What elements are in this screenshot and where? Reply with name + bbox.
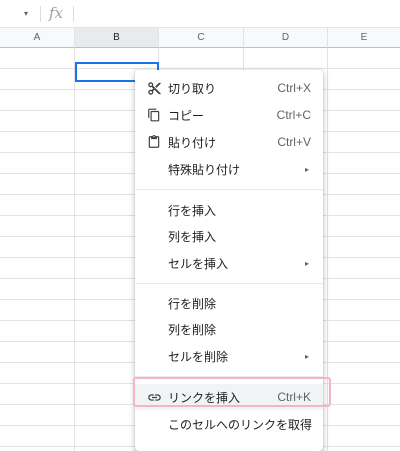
menu-item-insert-column[interactable]: 列を挿入 xyxy=(135,223,323,249)
menu-item-shortcut: Ctrl+C xyxy=(276,108,311,122)
highlight-box xyxy=(133,377,331,407)
menu-item-paste[interactable]: 貼り付け Ctrl+V xyxy=(135,129,323,155)
formula-bar-divider xyxy=(73,6,74,22)
menu-separator xyxy=(135,283,323,284)
fx-icon: fx xyxy=(49,4,64,22)
menu-separator xyxy=(135,189,323,190)
submenu-arrow-icon: ▸ xyxy=(304,164,309,174)
menu-item-label: 切り取り xyxy=(168,81,217,96)
menu-item-delete-row[interactable]: 行を削除 xyxy=(135,290,323,316)
menu-item-label: 特殊貼り付け xyxy=(168,162,241,177)
formula-bar-divider xyxy=(40,6,41,22)
name-box-dropdown-icon[interactable]: ▾ xyxy=(24,9,28,18)
menu-item-label: 列を挿入 xyxy=(168,229,217,244)
scissors-icon xyxy=(146,80,162,96)
menu-item-insert-cells[interactable]: セルを挿入 ▸ xyxy=(135,250,323,276)
menu-item-shortcut: Ctrl+X xyxy=(277,81,311,95)
menu-item-delete-cells[interactable]: セルを削除 ▸ xyxy=(135,343,323,369)
menu-item-label: 列を削除 xyxy=(168,322,217,337)
menu-item-label: セルを削除 xyxy=(168,349,229,364)
copy-icon xyxy=(146,107,162,123)
menu-item-insert-row[interactable]: 行を挿入 xyxy=(135,197,323,223)
menu-item-label: コピー xyxy=(168,108,205,123)
menu-item-label: セルを挿入 xyxy=(168,256,229,271)
column-header-e[interactable]: E xyxy=(328,28,400,48)
menu-item-label: 行を削除 xyxy=(168,296,217,311)
submenu-arrow-icon: ▸ xyxy=(304,351,309,361)
submenu-arrow-icon: ▸ xyxy=(304,258,309,268)
menu-item-cut[interactable]: 切り取り Ctrl+X xyxy=(135,75,323,101)
grid-line xyxy=(74,48,75,451)
column-header-d[interactable]: D xyxy=(244,28,328,48)
paste-icon xyxy=(146,134,162,150)
menu-item-label: 行を挿入 xyxy=(168,203,217,218)
formula-bar: ▾ fx xyxy=(0,0,400,28)
menu-item-shortcut: Ctrl+V xyxy=(277,135,311,149)
menu-item-label: 貼り付け xyxy=(168,135,217,150)
menu-item-get-cell-link[interactable]: このセルへのリンクを取得 xyxy=(135,411,323,437)
menu-item-paste-special[interactable]: 特殊貼り付け ▸ xyxy=(135,156,323,182)
menu-item-label: このセルへのリンクを取得 xyxy=(168,417,313,432)
menu-item-copy[interactable]: コピー Ctrl+C xyxy=(135,102,323,128)
menu-item-delete-column[interactable]: 列を削除 xyxy=(135,316,323,342)
column-header-a[interactable]: A xyxy=(0,28,75,48)
column-header-c[interactable]: C xyxy=(159,28,244,48)
column-header-b[interactable]: B xyxy=(75,28,159,48)
